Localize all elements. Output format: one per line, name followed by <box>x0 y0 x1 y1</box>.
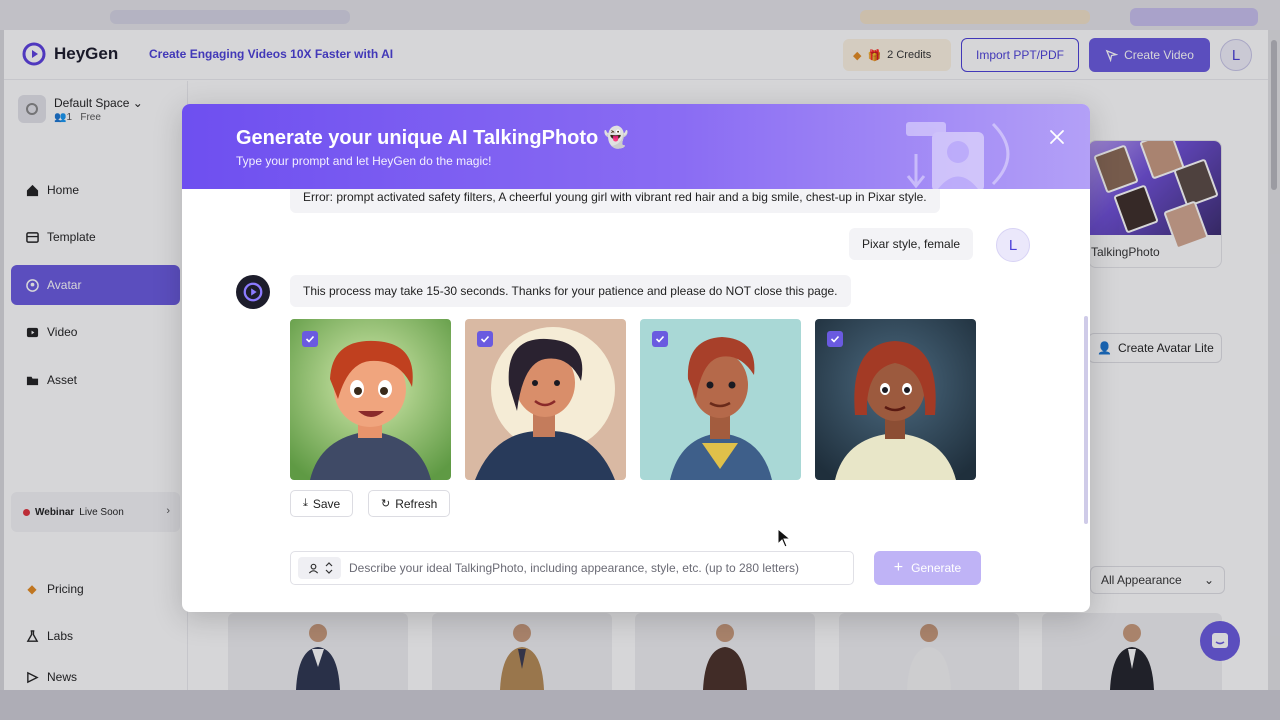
checkbox-checked[interactable] <box>302 331 318 347</box>
modal-scrollbar[interactable] <box>1084 316 1088 524</box>
save-label: Save <box>312 496 341 511</box>
chevron-updown-icon <box>325 562 332 574</box>
check-icon <box>655 335 665 343</box>
portrait-frame-illustration <box>906 122 1010 189</box>
generate-label: Generate <box>911 561 962 575</box>
check-icon <box>305 335 315 343</box>
heygen-logo-icon <box>243 282 263 302</box>
checkbox-checked[interactable] <box>477 331 493 347</box>
talkingphoto-generator-modal: Error: prompt activated safety filters, … <box>182 104 1090 612</box>
close-icon[interactable] <box>1046 126 1068 148</box>
prompt-mode-toggle[interactable] <box>298 557 341 579</box>
check-icon <box>480 335 490 343</box>
generated-image-2[interactable] <box>465 319 626 480</box>
plus-icon: + <box>893 559 904 576</box>
person-scan-icon <box>308 563 318 574</box>
refresh-button[interactable]: ↻ Refresh <box>368 490 451 517</box>
user-prompt-message: Pixar style, female <box>849 228 974 260</box>
heygen-bot-avatar <box>236 275 270 309</box>
modal-title: Generate your unique AI TalkingPhoto 👻 <box>236 125 629 150</box>
checkbox-checked[interactable] <box>652 331 668 347</box>
refresh-label: Refresh <box>395 496 438 511</box>
modal-header: Generate your unique AI TalkingPhoto 👻 T… <box>182 104 1090 189</box>
save-button[interactable]: ⤓ Save <box>290 490 354 517</box>
generated-image-1[interactable] <box>290 319 451 480</box>
mouse-cursor-icon <box>777 528 792 548</box>
prompt-input[interactable] <box>349 552 844 584</box>
check-icon <box>830 335 840 343</box>
bot-notice-message: This process may take 15-30 seconds. Tha… <box>290 275 851 307</box>
generated-image-3[interactable] <box>640 319 801 480</box>
modal-title-text: Generate your unique AI TalkingPhoto <box>236 127 599 149</box>
generate-button[interactable]: + Generate <box>874 551 981 585</box>
checkbox-checked[interactable] <box>827 331 843 347</box>
download-icon: ⤓ <box>303 497 308 509</box>
prompt-field <box>290 551 854 585</box>
modal-subtitle: Type your prompt and let HeyGen do the m… <box>236 154 492 168</box>
user-avatar: L <box>996 228 1030 262</box>
refresh-icon: ↻ <box>381 498 391 510</box>
ghost-emoji: 👻 <box>603 127 629 149</box>
generated-image-4[interactable] <box>815 319 976 480</box>
